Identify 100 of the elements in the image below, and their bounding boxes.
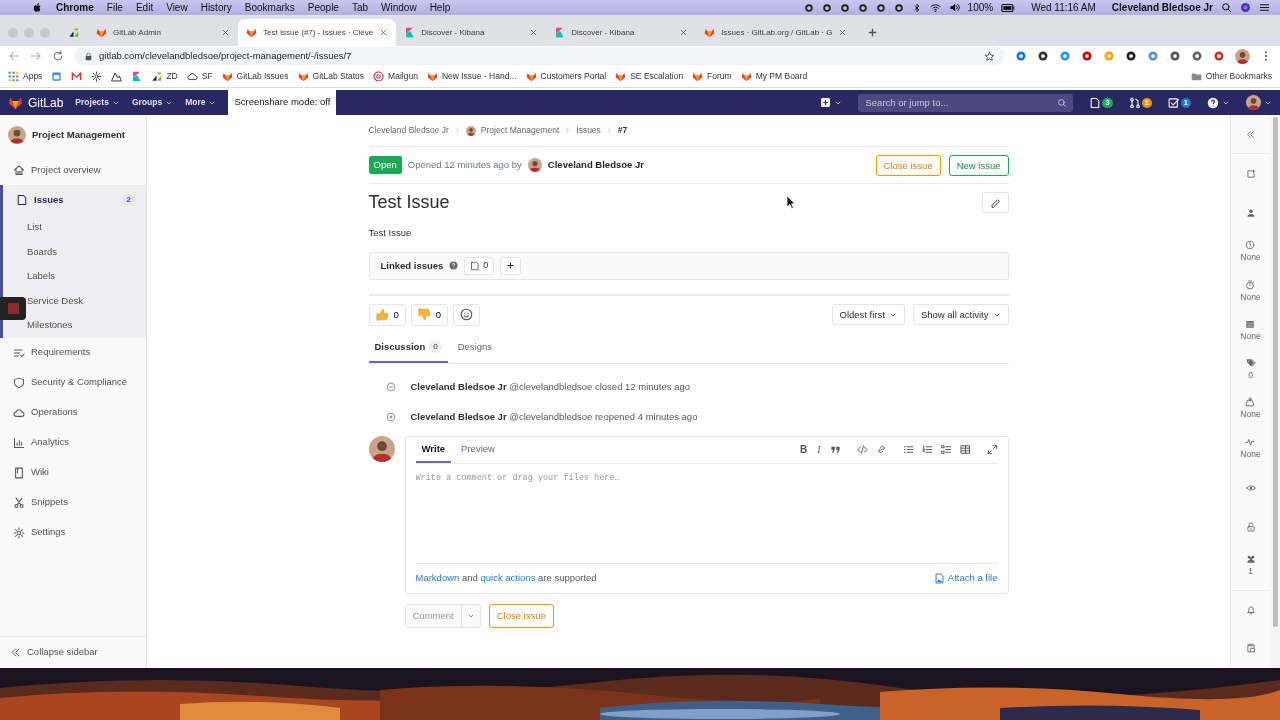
sidebar-item[interactable]: Wiki bbox=[0, 457, 146, 488]
tab[interactable]: Write bbox=[415, 436, 452, 463]
apple-icon[interactable] bbox=[32, 2, 43, 13]
sidebar-item[interactable]: Issues 2 bbox=[3, 185, 146, 215]
close-icon[interactable] bbox=[221, 28, 230, 37]
browser-tab[interactable]: Test Issue (#7) - Issues · Cleve bbox=[238, 19, 397, 46]
sidebar-item[interactable]: Operations bbox=[0, 397, 146, 428]
profile-avatar[interactable] bbox=[1235, 48, 1250, 64]
author-link[interactable]: Cleveland Bledsoe Jr bbox=[547, 157, 644, 173]
sidebar-item[interactable]: Analytics bbox=[0, 427, 146, 458]
project-name[interactable]: Project Management bbox=[32, 127, 125, 143]
sidebar-setting[interactable]: None bbox=[1240, 311, 1261, 351]
menu-item[interactable]: Edit bbox=[135, 0, 154, 15]
bookmark[interactable]: New Issue - Hand... bbox=[426, 70, 517, 83]
tab[interactable]: Discussion 0 bbox=[368, 333, 448, 363]
orb-icon[interactable] bbox=[1240, 2, 1251, 13]
sidebar-subitem[interactable]: Labels bbox=[27, 264, 146, 289]
browser-tab[interactable]: Issues · GitLab.org / GitLab · G bbox=[696, 19, 856, 46]
breadcrumb-link[interactable]: Project Management bbox=[480, 124, 560, 137]
help-link[interactable]: quick actions bbox=[480, 572, 536, 584]
sidebar-subitem[interactable]: List bbox=[27, 215, 146, 240]
filter-dropdown[interactable]: Show all activity bbox=[912, 304, 1009, 326]
menu-item[interactable]: Tab bbox=[351, 0, 369, 15]
sidebar-item[interactable]: Project overview bbox=[0, 155, 146, 185]
task-list-icon[interactable] bbox=[940, 444, 952, 456]
logo-link[interactable]: GitLab bbox=[8, 93, 64, 112]
menu-item[interactable]: People bbox=[307, 0, 339, 15]
sidebar-setting[interactable]: None bbox=[1240, 428, 1261, 468]
bluetooth-icon[interactable] bbox=[911, 2, 922, 13]
user-menu-button[interactable] bbox=[1246, 95, 1272, 110]
bullet-list-icon[interactable] bbox=[902, 444, 914, 456]
menu-item[interactable]: History bbox=[200, 0, 232, 15]
expand-icon[interactable] bbox=[986, 444, 998, 456]
reaction-button[interactable]: 0 bbox=[368, 303, 406, 326]
breadcrumb-link[interactable]: #7 bbox=[617, 124, 628, 137]
nav-menu[interactable]: Projects bbox=[75, 96, 120, 109]
status-icon[interactable] bbox=[893, 2, 904, 13]
quote-icon[interactable] bbox=[829, 444, 841, 456]
address-bar[interactable]: gitlab.com/clevelandbledsoe/project-management/-/issues/7 bbox=[74, 47, 1005, 65]
sidebar-item[interactable]: Snippets bbox=[0, 487, 146, 518]
sidebar-setting[interactable]: None bbox=[1240, 232, 1261, 272]
menu-item[interactable]: View bbox=[166, 0, 188, 15]
sidebar-subitem[interactable]: Milestones bbox=[27, 313, 146, 338]
comment-form[interactable]: Write Preview B I Write a comment or drag your files here… Markdown and quick actions are supported Attach a file bbox=[404, 435, 1009, 594]
bold-button[interactable]: B bbox=[798, 442, 809, 458]
breadcrumb-link[interactable]: Issues bbox=[576, 124, 601, 137]
sort-dropdown[interactable]: Oldest first bbox=[831, 304, 905, 326]
sidebar-subitem[interactable]: Service Desk bbox=[27, 288, 146, 313]
nav-menu[interactable]: More bbox=[185, 96, 217, 109]
sidebar-item[interactable]: Settings bbox=[0, 517, 146, 548]
sidebar-item[interactable]: Requirements bbox=[0, 337, 146, 368]
link-icon[interactable] bbox=[875, 444, 887, 456]
sidebar-setting[interactable]: 0 bbox=[1245, 350, 1256, 390]
bookmark[interactable]: ZD bbox=[151, 70, 178, 83]
scrollbar-thumb[interactable] bbox=[1272, 117, 1278, 627]
bookmark[interactable] bbox=[91, 71, 103, 82]
nav-menu[interactable]: Groups bbox=[131, 96, 174, 109]
collapse-icon[interactable] bbox=[1246, 129, 1255, 139]
new-tab-icon[interactable] bbox=[867, 27, 879, 38]
extension-icon[interactable] bbox=[1169, 50, 1181, 62]
menu-item[interactable]: Help bbox=[429, 0, 451, 15]
bookmark[interactable]: GitLab Status bbox=[297, 70, 365, 83]
wifi-icon[interactable] bbox=[929, 2, 941, 13]
user-name[interactable]: Cleveland Bledsoe Jr bbox=[1111, 0, 1213, 15]
help-link[interactable]: Markdown bbox=[415, 572, 460, 584]
menu-item[interactable]: Chrome bbox=[56, 0, 94, 15]
numbered-list-icon[interactable] bbox=[921, 444, 933, 456]
italic-button[interactable]: I bbox=[816, 442, 822, 458]
status-icon[interactable] bbox=[857, 2, 868, 13]
breadcrumb-link[interactable]: Cleveland Bledsoe Jr bbox=[368, 124, 449, 137]
menu-item[interactable]: Window bbox=[381, 0, 417, 15]
browser-tab[interactable]: Discover - Kibana bbox=[546, 19, 697, 46]
bookmark[interactable]: My PM Board bbox=[740, 70, 808, 83]
new-issue-button[interactable]: New issue bbox=[948, 154, 1009, 176]
bookmark[interactable]: SF bbox=[186, 70, 213, 83]
search-field[interactable]: Search or jump to... bbox=[858, 93, 1074, 112]
bookmark-folder[interactable]: Other Bookmarks bbox=[1190, 70, 1272, 83]
list-icon[interactable] bbox=[1259, 2, 1270, 13]
star-icon[interactable] bbox=[984, 50, 995, 62]
volume-icon[interactable] bbox=[948, 2, 960, 13]
sidebar-setting[interactable]: 1 bbox=[1245, 546, 1256, 586]
table-icon[interactable] bbox=[959, 444, 971, 456]
new-menu-button[interactable] bbox=[820, 97, 843, 108]
menu-item[interactable]: Bookmarks bbox=[244, 0, 295, 15]
tab[interactable]: Designs bbox=[451, 333, 498, 363]
browser-tab[interactable]: GitLab Admin bbox=[88, 19, 238, 46]
status-icon[interactable] bbox=[821, 2, 832, 13]
status-icon[interactable] bbox=[803, 2, 814, 13]
clock[interactable]: Wed 11:16 AM bbox=[1031, 0, 1096, 15]
help-icon[interactable] bbox=[449, 261, 459, 271]
attach-file-link[interactable]: Attach a file bbox=[933, 571, 998, 586]
emoji-button[interactable] bbox=[453, 303, 481, 326]
extension-icon[interactable] bbox=[1037, 50, 1049, 62]
bookmark[interactable]: Mailgun bbox=[373, 70, 418, 83]
close-icon[interactable] bbox=[838, 28, 848, 37]
status-icon[interactable] bbox=[875, 2, 886, 13]
add-button[interactable] bbox=[500, 256, 522, 275]
close-icon[interactable] bbox=[679, 28, 689, 37]
edit-button[interactable] bbox=[981, 192, 1009, 214]
reaction-button[interactable]: 0 bbox=[410, 303, 449, 326]
